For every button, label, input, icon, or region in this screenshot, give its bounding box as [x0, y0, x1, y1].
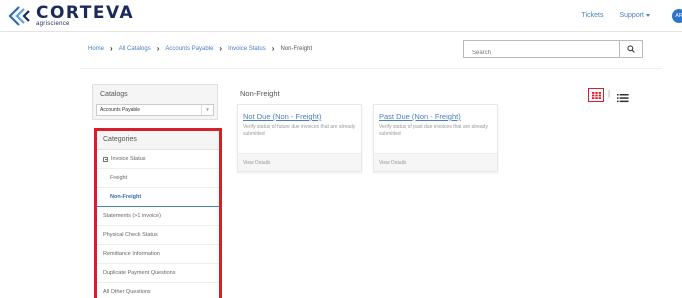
avatar[interactable]: AR: [672, 9, 682, 23]
sidebar-item-label: Duplicate Payment Questions: [103, 270, 176, 276]
chevron-right-icon: ›: [219, 44, 223, 53]
sidebar-item-label: Non-Freight: [110, 194, 142, 200]
brand-name: CORTEVA: [36, 3, 135, 23]
breadcrumb-home[interactable]: Home: [88, 46, 104, 52]
list-view-button[interactable]: [617, 90, 629, 103]
list-view-icon: [617, 94, 629, 103]
page-title: Non-Freight: [240, 89, 280, 98]
main-content: Catalogs Accounts Payable ▾ Categories I…: [80, 68, 662, 298]
sidebar-item-freight[interactable]: Freight: [97, 169, 219, 188]
sidebar-item-label: All Other Questions: [103, 289, 151, 295]
corteva-logo[interactable]: CORTEVA agriscience: [6, 4, 134, 28]
sidebar-item-non-freight[interactable]: Non-Freight: [97, 188, 219, 207]
sidebar-item-label: Physical Check Status: [103, 232, 158, 238]
search-icon: [627, 45, 635, 53]
support-label: Support: [619, 12, 644, 19]
grid-view-icon: [591, 91, 601, 99]
tickets-link[interactable]: Tickets: [582, 12, 604, 19]
collapse-icon[interactable]: [103, 156, 108, 162]
chevron-down-icon: ▾: [201, 105, 213, 115]
catalog-card-past-due[interactable]: Past Due (Non - Freight) Verify status o…: [373, 104, 498, 172]
card-description: Verify status of future due invoices tha…: [243, 124, 356, 137]
catalogs-heading: Catalogs: [100, 91, 128, 98]
chevron-right-icon: ›: [156, 44, 160, 53]
view-toggle-divider: |: [608, 89, 611, 98]
breadcrumb-invoice-status[interactable]: Invoice Status: [228, 46, 266, 52]
categories-panel: Categories Invoice Status Freight Non-Fr…: [94, 128, 222, 298]
catalog-select[interactable]: Accounts Payable ▾: [96, 104, 214, 116]
categories-heading: Categories: [97, 131, 219, 150]
sidebar-item-label: Statements (>1 invoice): [103, 213, 161, 219]
catalog-select-value: Accounts Payable: [100, 107, 141, 113]
view-details-link[interactable]: View Details: [238, 153, 361, 171]
chevron-right-icon: ›: [271, 44, 275, 53]
catalog-card-not-due[interactable]: Not Due (Non - Freight) Verify status of…: [237, 104, 362, 172]
top-header: CORTEVA agriscience Tickets Support AR: [0, 0, 682, 32]
sidebar-item-label: Invoice Status: [111, 156, 146, 162]
search-box: [463, 40, 643, 61]
search-button[interactable]: [619, 41, 642, 57]
view-details-link[interactable]: View Details: [374, 153, 497, 171]
sidebar-item-statements[interactable]: Statements (>1 invoice): [97, 207, 219, 226]
breadcrumb: Home › All Catalogs › Accounts Payable ›…: [88, 45, 312, 53]
card-title-link[interactable]: Past Due (Non - Freight): [374, 105, 497, 121]
search-input[interactable]: [464, 45, 609, 61]
sidebar-item-remittance-information[interactable]: Remittance Information: [97, 245, 219, 264]
sidebar-item-label: Remittance Information: [103, 251, 160, 257]
sidebar-item-invoice-status[interactable]: Invoice Status: [97, 150, 219, 169]
card-title-link[interactable]: Not Due (Non - Freight): [238, 105, 361, 121]
breadcrumb-all-catalogs[interactable]: All Catalogs: [119, 46, 151, 52]
sidebar-item-physical-check-status[interactable]: Physical Check Status: [97, 226, 219, 245]
breadcrumb-current: Non-Freight: [280, 46, 313, 52]
grid-view-button[interactable]: [588, 88, 604, 102]
chevron-right-icon: ›: [110, 44, 113, 53]
sidebar-item-duplicate-payment-questions[interactable]: Duplicate Payment Questions: [97, 264, 219, 283]
sidebar-item-label: Freight: [110, 175, 128, 181]
support-menu[interactable]: Support: [619, 12, 650, 19]
breadcrumb-accounts-payable[interactable]: Accounts Payable: [165, 46, 213, 52]
chevron-down-icon: [646, 13, 650, 17]
sidebar-item-all-other-questions[interactable]: All Other Questions: [97, 283, 219, 298]
card-description: Verify status of past due invoices that …: [379, 124, 488, 137]
catalogs-panel: Catalogs Accounts Payable ▾: [92, 84, 218, 120]
corteva-logo-mark-icon: [6, 5, 32, 27]
